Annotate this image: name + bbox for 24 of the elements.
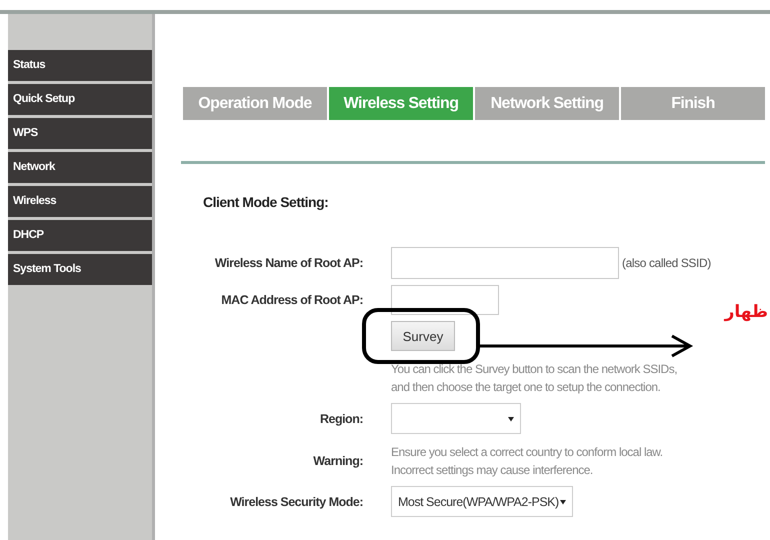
dropdown-arrow-icon: [560, 498, 566, 504]
sidebar-item[interactable]: DHCP: [8, 220, 152, 251]
sidebar-item[interactable]: System Tools: [8, 254, 152, 285]
sidebar-item[interactable]: Network: [8, 152, 152, 183]
dropdown-arrow-icon: [508, 416, 514, 422]
hint-text: You can click the Survey button to scan the network SSIDs, and then choose the target one to setup the connection.: [391, 361, 678, 396]
input-field[interactable]: [391, 285, 499, 315]
sidebar-item[interactable]: Quick Setup: [8, 84, 152, 115]
annotation-text: ظهار: [724, 302, 768, 322]
field-note: (also called SSID): [622, 256, 711, 270]
survey-button[interactable]: Survey: [391, 321, 455, 351]
dropdown[interactable]: [391, 403, 521, 434]
sidebar-item[interactable]: Status: [8, 50, 152, 81]
section-title: Client Mode Setting:: [203, 194, 330, 210]
dropdown[interactable]: Most Secure(WPA/WPA2-PSK): [391, 486, 573, 517]
field-label: Wireless Name of Root AP:: [214, 256, 363, 270]
sidebar-item[interactable]: Wireless: [8, 186, 152, 217]
input-field[interactable]: [391, 247, 619, 279]
field-label: Warning:: [313, 454, 363, 468]
sidebar-item[interactable]: WPS: [8, 118, 152, 149]
field-label: Wireless Security Mode:: [230, 494, 363, 508]
field-label: Region:: [320, 412, 363, 426]
field-label: MAC Address of Root AP:: [221, 293, 363, 307]
hint-text: Ensure you select a correct country to conform local law. Incorrect settings may cause interference.: [391, 444, 663, 479]
